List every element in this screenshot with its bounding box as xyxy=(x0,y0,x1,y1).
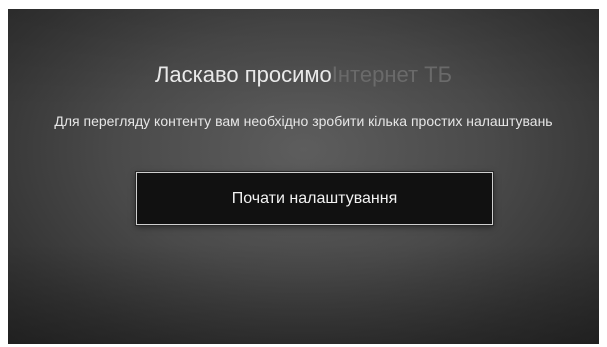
welcome-title: Ласкаво просимоІнтернет ТБ xyxy=(8,59,599,91)
setup-instructions: Для перегляду контенту вам необхідно зро… xyxy=(54,113,553,129)
welcome-text: Ласкаво просимо xyxy=(154,62,332,87)
app-name: Інтернет ТБ xyxy=(331,62,453,87)
start-setup-button[interactable]: Почати налаштування xyxy=(136,172,493,225)
setup-screen: Ласкаво просимоІнтернет ТБ Для перегляду… xyxy=(8,9,599,344)
start-setup-label: Почати налаштування xyxy=(231,189,398,207)
